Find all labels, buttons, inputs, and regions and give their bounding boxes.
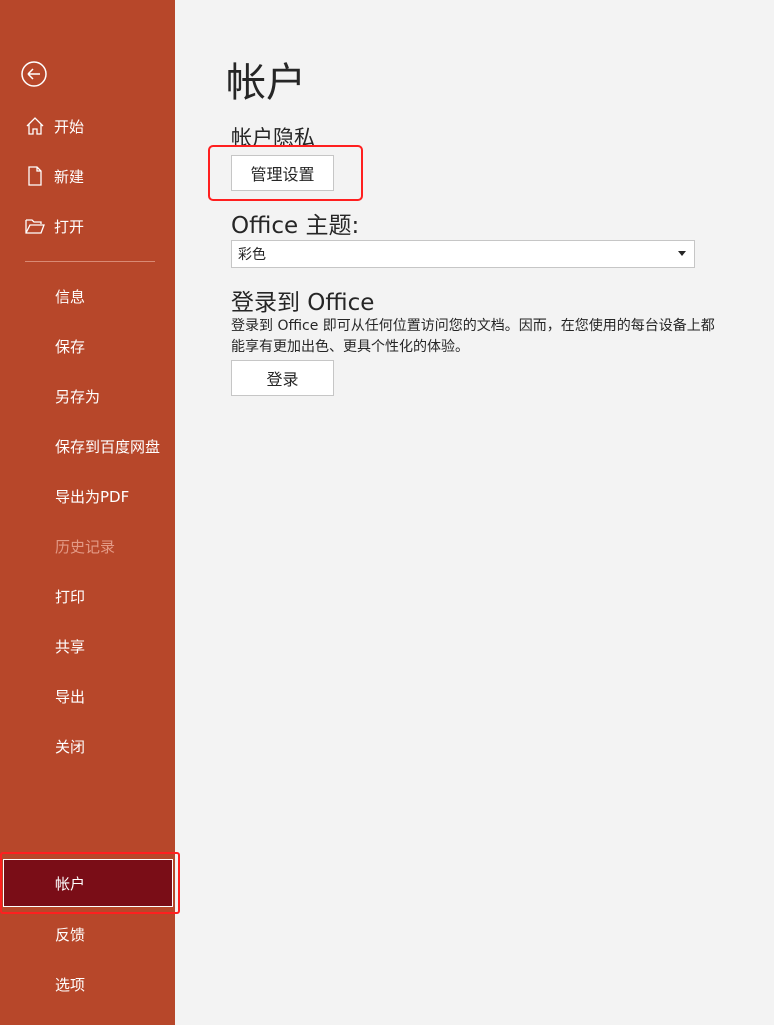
theme-section-label: Office 主题: [231,213,360,239]
nav-item-save-baidu[interactable]: 保存到百度网盘 [0,426,175,466]
nav-item-options[interactable]: 选项 [0,964,175,1004]
new-document-icon [24,165,46,187]
chevron-down-icon [678,251,686,256]
theme-dropdown[interactable]: 彩色 [231,240,695,268]
signin-description: 登录到 Office 即可从任何位置访问您的文档。因而，在您使用的每台设备上都能… [231,318,715,355]
nav-item-open[interactable]: 打开 [0,206,175,246]
nav-item-label: 保存 [55,337,86,356]
nav-item-label: 选项 [55,975,86,994]
nav-item-new[interactable]: 新建 [0,156,175,196]
nav-item-label: 历史记录 [55,537,116,556]
nav-item-save-as[interactable]: 另存为 [0,376,175,416]
nav-item-export-pdf[interactable]: 导出为PDF [0,476,175,516]
nav-item-close[interactable]: 关闭 [0,726,175,766]
highlight-box-manage-settings [208,145,363,201]
nav-item-label: 信息 [55,287,86,306]
nav-item-history: 历史记录 [0,526,175,566]
nav-item-label: 关闭 [55,737,86,756]
sidebar-divider [25,261,155,262]
back-arrow-icon[interactable] [20,60,48,88]
nav-item-print[interactable]: 打印 [0,576,175,616]
sign-in-button[interactable]: 登录 [231,360,334,396]
nav-item-label: 共享 [55,637,86,656]
nav-item-info[interactable]: 信息 [0,276,175,316]
page-title: 帐户 [226,60,306,106]
nav-item-label: 导出为PDF [55,487,130,506]
nav-item-save[interactable]: 保存 [0,326,175,366]
highlight-box-account [0,852,180,914]
nav-item-share[interactable]: 共享 [0,626,175,666]
folder-open-icon [24,215,46,237]
nav-item-label: 导出 [55,687,86,706]
nav-item-label: 新建 [54,167,85,186]
nav-item-label: 打印 [55,587,86,606]
backstage-sidebar: 开始 新建 打开 信息 保存 另存为 保存到百度网盘 导出为PDF 历史记录 打… [0,0,180,1025]
home-icon [24,115,46,137]
signin-section-label: 登录到 Office [231,290,375,316]
nav-item-feedback[interactable]: 反馈 [0,914,175,954]
nav-item-label: 保存到百度网盘 [55,437,161,456]
nav-item-label: 另存为 [55,387,101,406]
nav-item-label: 打开 [54,217,85,236]
nav-item-label: 反馈 [55,925,86,944]
nav-item-home[interactable]: 开始 [0,106,175,146]
nav-item-label: 开始 [54,117,85,136]
nav-item-export[interactable]: 导出 [0,676,175,716]
theme-dropdown-value: 彩色 [238,247,266,263]
